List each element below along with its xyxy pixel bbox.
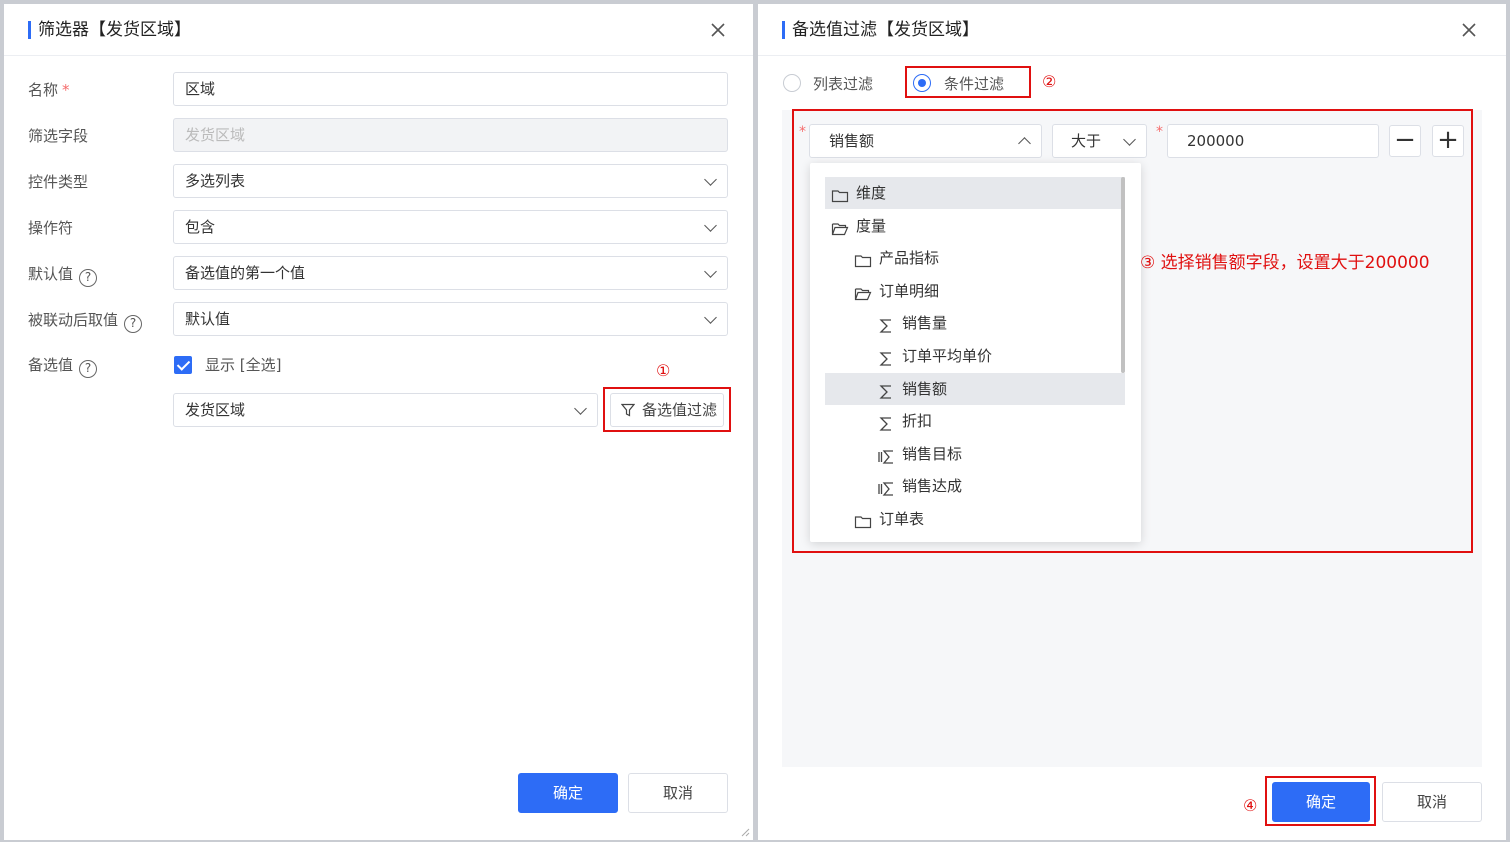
annotation-2: ② <box>1042 72 1057 91</box>
chevron-down-icon <box>705 315 715 325</box>
radio-list-filter[interactable] <box>783 74 801 92</box>
annotation-4: ④ <box>1243 796 1258 815</box>
options-filter-dialog: 备选值过滤【发货区域】 列表过滤 条件过滤 ② * 销售额 大于 * 20000… <box>758 4 1506 840</box>
operator-select[interactable]: 包含 <box>173 210 728 244</box>
annotation-box-3 <box>792 109 1473 553</box>
cancel-button[interactable]: 取消 <box>1382 782 1482 822</box>
dialog-header: 备选值过滤【发货区域】 <box>758 4 1506 56</box>
ok-button[interactable]: 确定 <box>518 773 618 813</box>
filter-dialog: 筛选器【发货区域】 名称 * 区域 筛选字段 发货区域 控件类型 多选列表 操作符… <box>4 4 753 840</box>
chevron-down-icon <box>705 177 715 187</box>
filter-field-input: 发货区域 <box>173 118 728 152</box>
resize-handle-icon[interactable] <box>740 827 750 837</box>
dialog-header: 筛选器【发货区域】 <box>4 4 753 56</box>
options-filter-label: 备选值过滤 <box>642 401 718 419</box>
control-type-value: 多选列表 <box>185 172 246 190</box>
help-icon[interactable]: ? <box>79 269 98 287</box>
name-input[interactable]: 区域 <box>173 72 728 106</box>
chevron-down-icon <box>575 406 585 416</box>
cancel-button[interactable]: 取消 <box>628 773 728 813</box>
default-value-value: 备选值的第一个值 <box>185 264 306 282</box>
required-mark: * <box>62 81 70 99</box>
show-all-checkbox[interactable] <box>174 356 192 374</box>
dialog-title: 筛选器【发货区域】 <box>28 18 191 42</box>
radio-condition-filter[interactable] <box>913 74 931 92</box>
operator-value: 包含 <box>185 218 216 236</box>
control-type-select[interactable]: 多选列表 <box>173 164 728 198</box>
control-type-label: 控件类型 <box>28 173 89 191</box>
help-icon[interactable]: ? <box>124 315 143 333</box>
ok-button[interactable]: 确定 <box>1272 782 1370 822</box>
close-icon[interactable] <box>707 19 729 41</box>
radio-condition-filter-label: 条件过滤 <box>944 75 1005 93</box>
radio-list-filter-label: 列表过滤 <box>813 75 874 93</box>
funnel-icon <box>621 403 635 417</box>
dialog-title: 备选值过滤【发货区域】 <box>782 18 979 42</box>
options-filter-button[interactable]: 备选值过滤 <box>610 393 724 427</box>
annotation-1: ① <box>656 361 671 380</box>
chevron-down-icon <box>705 223 715 233</box>
options-source-value: 发货区域 <box>185 401 246 419</box>
linked-value-value: 默认值 <box>185 310 231 328</box>
default-value-select[interactable]: 备选值的第一个值 <box>173 256 728 290</box>
filter-field-label: 筛选字段 <box>28 127 89 145</box>
help-icon[interactable]: ? <box>79 360 98 378</box>
close-icon[interactable] <box>1458 19 1480 41</box>
chevron-down-icon <box>705 269 715 279</box>
linked-value-label: 被联动后取值? <box>28 310 143 333</box>
operator-label: 操作符 <box>28 219 74 237</box>
default-value-label: 默认值? <box>28 264 98 287</box>
show-all-label: 显示 [全选] <box>205 356 282 374</box>
options-label: 备选值? <box>28 355 98 378</box>
name-label: 名称 * <box>28 81 70 99</box>
options-source-select[interactable]: 发货区域 <box>173 393 598 427</box>
linked-value-select[interactable]: 默认值 <box>173 302 728 336</box>
